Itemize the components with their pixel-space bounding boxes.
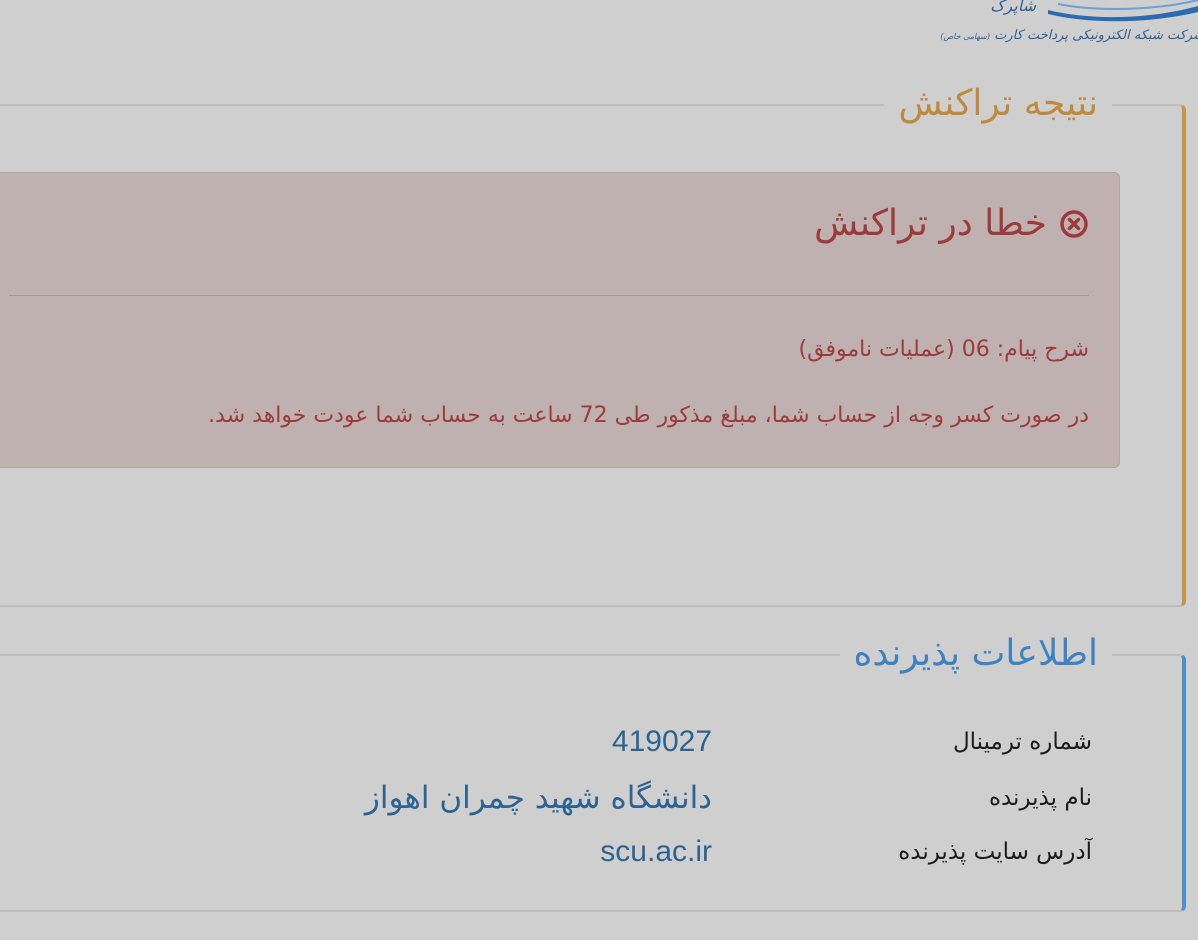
alert-heading-text: خطا در تراکنش: [814, 203, 1047, 244]
transaction-error-alert: خطا در تراکنش شرح پیام: 06 (عملیات ناموف…: [0, 172, 1120, 468]
logo-tagline-suffix: (سهامی خاص): [940, 32, 990, 41]
merchant-info-panel: اطلاعات پذیرنده شماره ترمینال 419027 نام…: [0, 628, 1186, 912]
message-label: شرح پیام:: [996, 337, 1089, 362]
merchant-info-title: اطلاعات پذیرنده: [839, 628, 1112, 680]
logo-name: شاپرک: [990, 0, 1036, 15]
logo-swoosh-icon: [1048, 0, 1198, 22]
merchant-name-value: دانشگاه شهید چمران اهواز: [364, 780, 712, 816]
logo-tagline: شرکت شبکه الکترونیکی پرداخت کارت (سهامی …: [940, 28, 1198, 43]
transaction-result-panel: نتیجه تراکنش خطا در تراکنش شرح پیام: 06 …: [0, 78, 1186, 607]
times-circle-icon: [1059, 209, 1089, 239]
shaparak-logo: شاپرک شرکت شبکه الکترونیکی پرداخت کارت (…: [940, 0, 1198, 58]
alert-divider: [9, 295, 1089, 296]
info-row-site: آدرس سایت پذیرنده scu.ac.ir: [92, 832, 1092, 872]
message-description: شرح پیام: 06 (عملیات ناموفق): [799, 337, 1089, 362]
refund-note: در صورت کسر وجه از حساب شما، مبلغ مذکور …: [208, 403, 1089, 428]
info-row-terminal: شماره ترمینال 419027: [92, 722, 1092, 762]
alert-heading: خطا در تراکنش: [814, 203, 1089, 244]
message-text: (عملیات ناموفق): [798, 337, 955, 362]
site-label: آدرس سایت پذیرنده: [898, 839, 1092, 865]
merchant-name-label: نام پذیرنده: [988, 785, 1092, 811]
site-value: scu.ac.ir: [600, 835, 712, 868]
logo-tagline-text: شرکت شبکه الکترونیکی پرداخت کارت: [994, 28, 1198, 43]
message-code: 06: [961, 337, 990, 362]
info-row-merchant-name: نام پذیرنده دانشگاه شهید چمران اهواز: [92, 778, 1092, 818]
terminal-label: شماره ترمینال: [952, 729, 1092, 755]
transaction-result-title: نتیجه تراکنش: [884, 78, 1112, 130]
terminal-value: 419027: [611, 725, 712, 758]
